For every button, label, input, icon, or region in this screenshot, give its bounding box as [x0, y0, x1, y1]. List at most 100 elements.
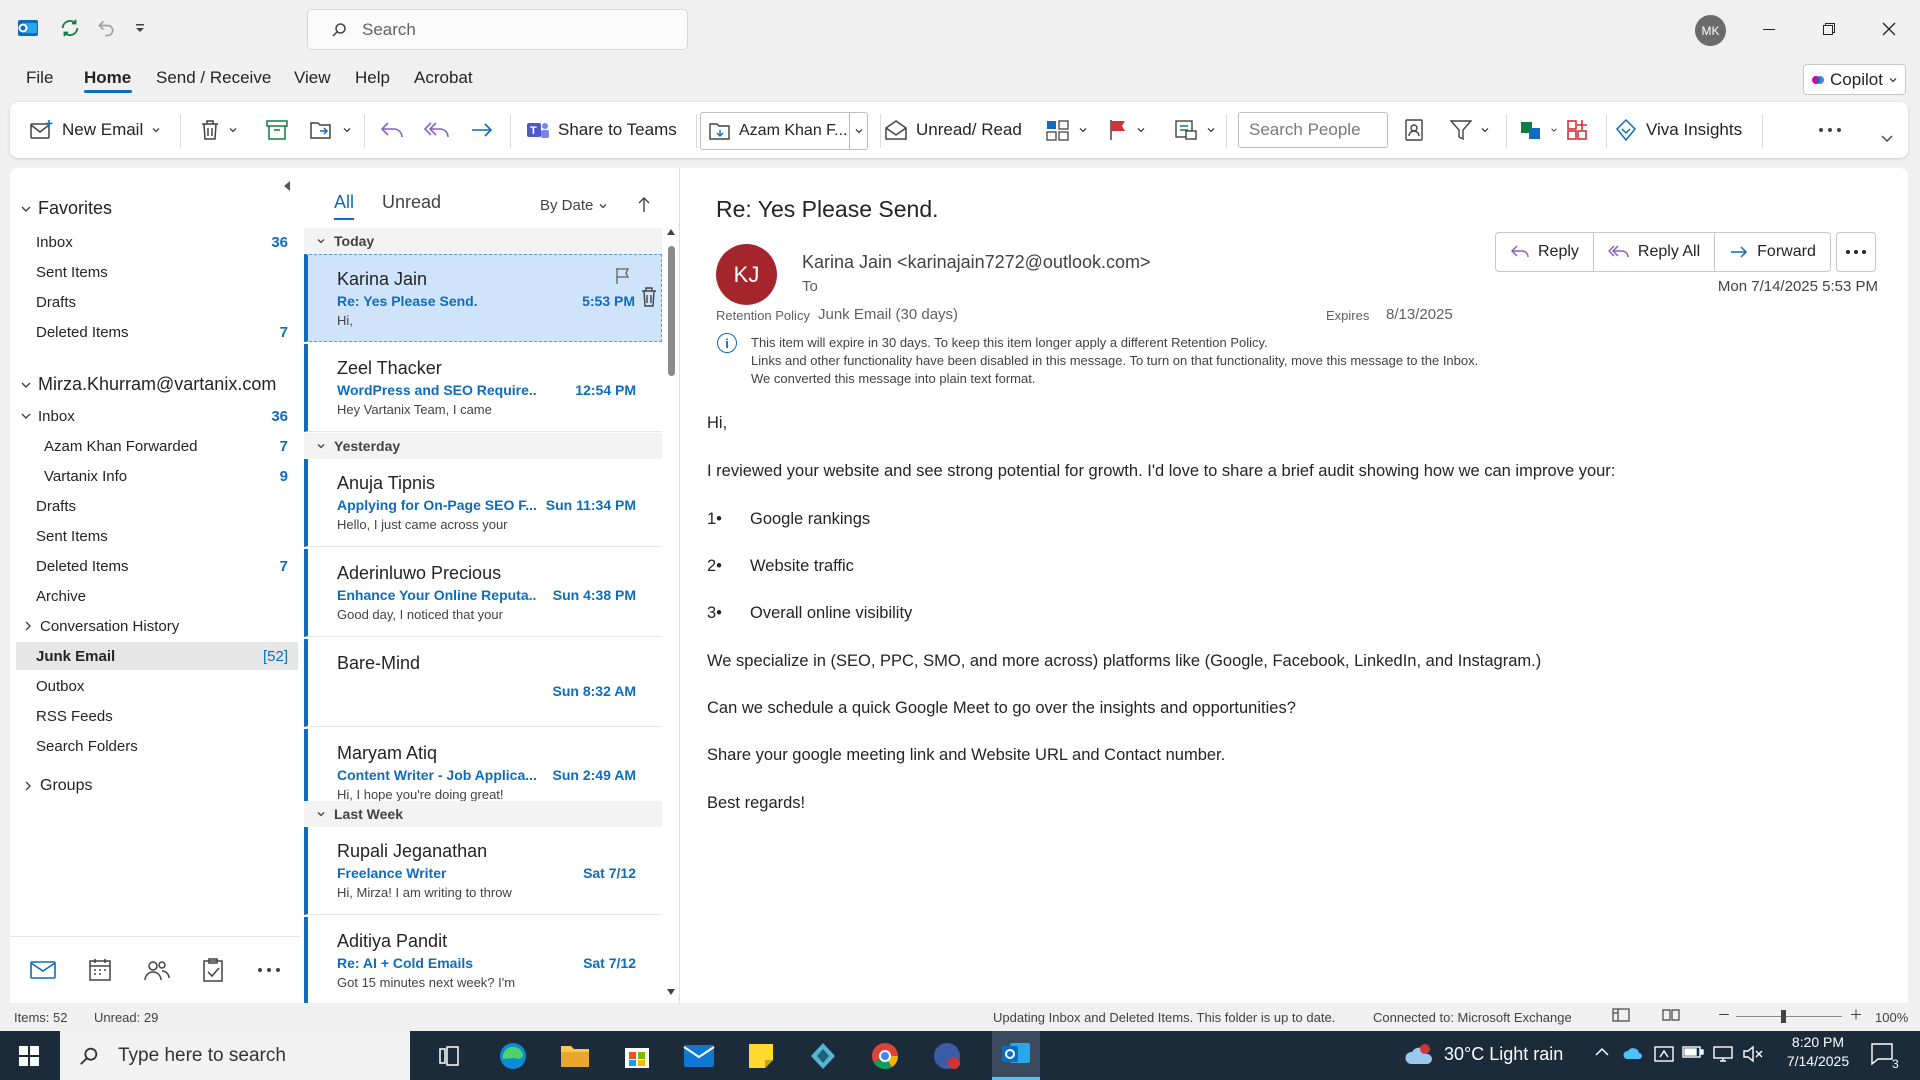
- menu-file[interactable]: File: [26, 68, 53, 88]
- reply-button[interactable]: Reply: [1496, 233, 1594, 271]
- sticky-notes-icon[interactable]: [744, 1039, 778, 1073]
- more-apps-icon[interactable]: [254, 955, 284, 985]
- group-header-yesterday[interactable]: Yesterday: [304, 433, 662, 459]
- folder-vartanix-info[interactable]: Vartanix Info 9: [44, 462, 298, 490]
- apps-button[interactable]: [1566, 114, 1588, 146]
- message-item[interactable]: Aditiya Pandit Re: AI + Cold Emails Sat …: [304, 917, 662, 1003]
- email-from[interactable]: Karina Jain <karinajain7272@outlook.com>: [802, 252, 1151, 273]
- folder-inbox[interactable]: Inbox 36: [20, 402, 298, 430]
- sort-direction-icon[interactable]: [638, 197, 650, 217]
- categorize-button[interactable]: [1046, 114, 1088, 146]
- archive-button[interactable]: [266, 114, 288, 146]
- search-people-input[interactable]: Search People: [1238, 112, 1388, 148]
- message-item[interactable]: Karina Jain Re: Yes Please Send. 5:53 PM…: [304, 254, 662, 342]
- rules-button[interactable]: [1174, 114, 1216, 146]
- viva-insights-button[interactable]: Viva Insights: [1614, 114, 1742, 146]
- tab-unread[interactable]: Unread: [382, 192, 441, 213]
- outlook-taskbar-icon[interactable]: [992, 1031, 1040, 1080]
- weather-text[interactable]: 30°C Light rain: [1444, 1044, 1563, 1065]
- search-input[interactable]: Search: [307, 9, 688, 50]
- favorite-inbox[interactable]: Inbox 36: [36, 228, 298, 256]
- edge-icon[interactable]: [496, 1039, 530, 1073]
- favorite-sent-items[interactable]: Sent Items: [36, 258, 298, 286]
- sender-avatar[interactable]: KJ: [716, 244, 777, 305]
- menu-send-receive[interactable]: Send / Receive: [156, 68, 271, 88]
- menu-home[interactable]: Home: [84, 68, 131, 88]
- meet-now-icon[interactable]: [1654, 1045, 1674, 1066]
- app-diamond-icon[interactable]: [806, 1039, 840, 1073]
- weather-icon[interactable]: [1402, 1039, 1436, 1073]
- message-item[interactable]: Anuja Tipnis Applying for On-Page SEO F.…: [304, 459, 662, 547]
- message-item[interactable]: Zeel Thacker WordPress and SEO Require..…: [304, 344, 662, 432]
- message-item[interactable]: Aderinluwo Precious Enhance Your Online …: [304, 549, 662, 637]
- restore-icon[interactable]: [1814, 14, 1844, 44]
- move-button[interactable]: [310, 114, 352, 146]
- menu-help[interactable]: Help: [355, 68, 390, 88]
- close-icon[interactable]: [1874, 14, 1904, 44]
- people-icon[interactable]: [142, 955, 172, 985]
- forward-ribbon-button[interactable]: [470, 114, 494, 146]
- zoom-slider-track[interactable]: [1736, 1016, 1842, 1017]
- zoom-in-icon[interactable]: [1850, 1007, 1862, 1024]
- favorite-drafts[interactable]: Drafts: [36, 288, 298, 316]
- mail-icon[interactable]: [28, 955, 58, 985]
- sync-icon[interactable]: [56, 14, 84, 42]
- message-list-scrollbar[interactable]: [664, 222, 678, 1002]
- chrome-icon[interactable]: [868, 1039, 902, 1073]
- folder-rss-feeds[interactable]: RSS Feeds: [36, 702, 298, 730]
- message-item[interactable]: Rupali Jeganathan Freelance Writer Sat 7…: [304, 827, 662, 915]
- network-icon[interactable]: [1712, 1045, 1734, 1066]
- reply-all-ribbon-button[interactable]: [424, 114, 450, 146]
- folder-junk-email[interactable]: Junk Email [52]: [16, 642, 298, 670]
- quick-move-select[interactable]: Azam Khan F...: [700, 112, 868, 150]
- calendar-icon[interactable]: [85, 955, 115, 985]
- taskbar-search[interactable]: Type here to search: [60, 1031, 410, 1080]
- folder-outbox[interactable]: Outbox: [36, 672, 298, 700]
- flag-button[interactable]: [1108, 114, 1146, 146]
- menu-acrobat[interactable]: Acrobat: [414, 68, 473, 88]
- delete-button[interactable]: [200, 114, 238, 146]
- user-avatar[interactable]: MK: [1695, 15, 1726, 46]
- address-book-button[interactable]: [1404, 114, 1424, 146]
- folder-conversation-history[interactable]: Conversation History: [22, 612, 298, 640]
- translate-button[interactable]: [1520, 114, 1558, 146]
- clock[interactable]: 8:20 PM 7/14/2025: [1778, 1034, 1858, 1069]
- group-header-last-week[interactable]: Last Week: [304, 801, 662, 827]
- reply-all-button[interactable]: Reply All: [1594, 233, 1716, 271]
- forward-button[interactable]: Forward: [1715, 233, 1830, 271]
- favorites-header[interactable]: Favorites: [20, 198, 112, 219]
- info-bar[interactable]: This item will expire in 30 days. To kee…: [751, 334, 1478, 388]
- windows-start-icon[interactable]: [12, 1039, 46, 1073]
- microsoft-store-icon[interactable]: [620, 1039, 654, 1073]
- ribbon-expand-icon[interactable]: [1880, 122, 1894, 154]
- delete-message-icon[interactable]: [641, 287, 657, 311]
- reading-view-icon[interactable]: [1662, 1008, 1680, 1025]
- folder-search-folders[interactable]: Search Folders: [36, 732, 298, 760]
- speaker-muted-icon[interactable]: [1742, 1045, 1764, 1066]
- quick-move-dropdown[interactable]: [849, 113, 867, 149]
- folder-deleted-items[interactable]: Deleted Items 7: [36, 552, 298, 580]
- share-to-teams-button[interactable]: T Share to Teams: [526, 114, 677, 146]
- more-ribbon-icon[interactable]: [1818, 114, 1842, 146]
- scroll-down-icon[interactable]: [666, 988, 676, 996]
- folder-azam-khan-forwarded[interactable]: Azam Khan Forwarded 7: [44, 432, 298, 460]
- sort-by-date-button[interactable]: By Date: [540, 197, 608, 214]
- new-email-button[interactable]: New Email: [30, 114, 161, 146]
- unread-read-button[interactable]: Unread/ Read: [884, 114, 1022, 146]
- scroll-thumb[interactable]: [668, 246, 675, 376]
- minimize-icon[interactable]: [1754, 14, 1784, 44]
- zoom-level[interactable]: 100%: [1875, 1010, 1908, 1025]
- folder-sent-items[interactable]: Sent Items: [36, 522, 298, 550]
- folder-groups[interactable]: Groups: [22, 772, 298, 800]
- menu-view[interactable]: View: [294, 68, 331, 88]
- customize-toolbar-icon[interactable]: [126, 14, 154, 42]
- task-view-icon[interactable]: [432, 1039, 466, 1073]
- zoom-out-icon[interactable]: [1718, 1007, 1730, 1024]
- folder-archive[interactable]: Archive: [36, 582, 298, 610]
- filter-email-button[interactable]: [1450, 114, 1490, 146]
- group-header-today[interactable]: Today: [304, 228, 662, 254]
- account-header[interactable]: Mirza.Khurram@vartanix.com: [20, 374, 276, 395]
- more-actions-icon[interactable]: [1836, 232, 1876, 272]
- app-badge-icon[interactable]: [930, 1039, 964, 1073]
- collapse-pane-icon[interactable]: [282, 180, 292, 195]
